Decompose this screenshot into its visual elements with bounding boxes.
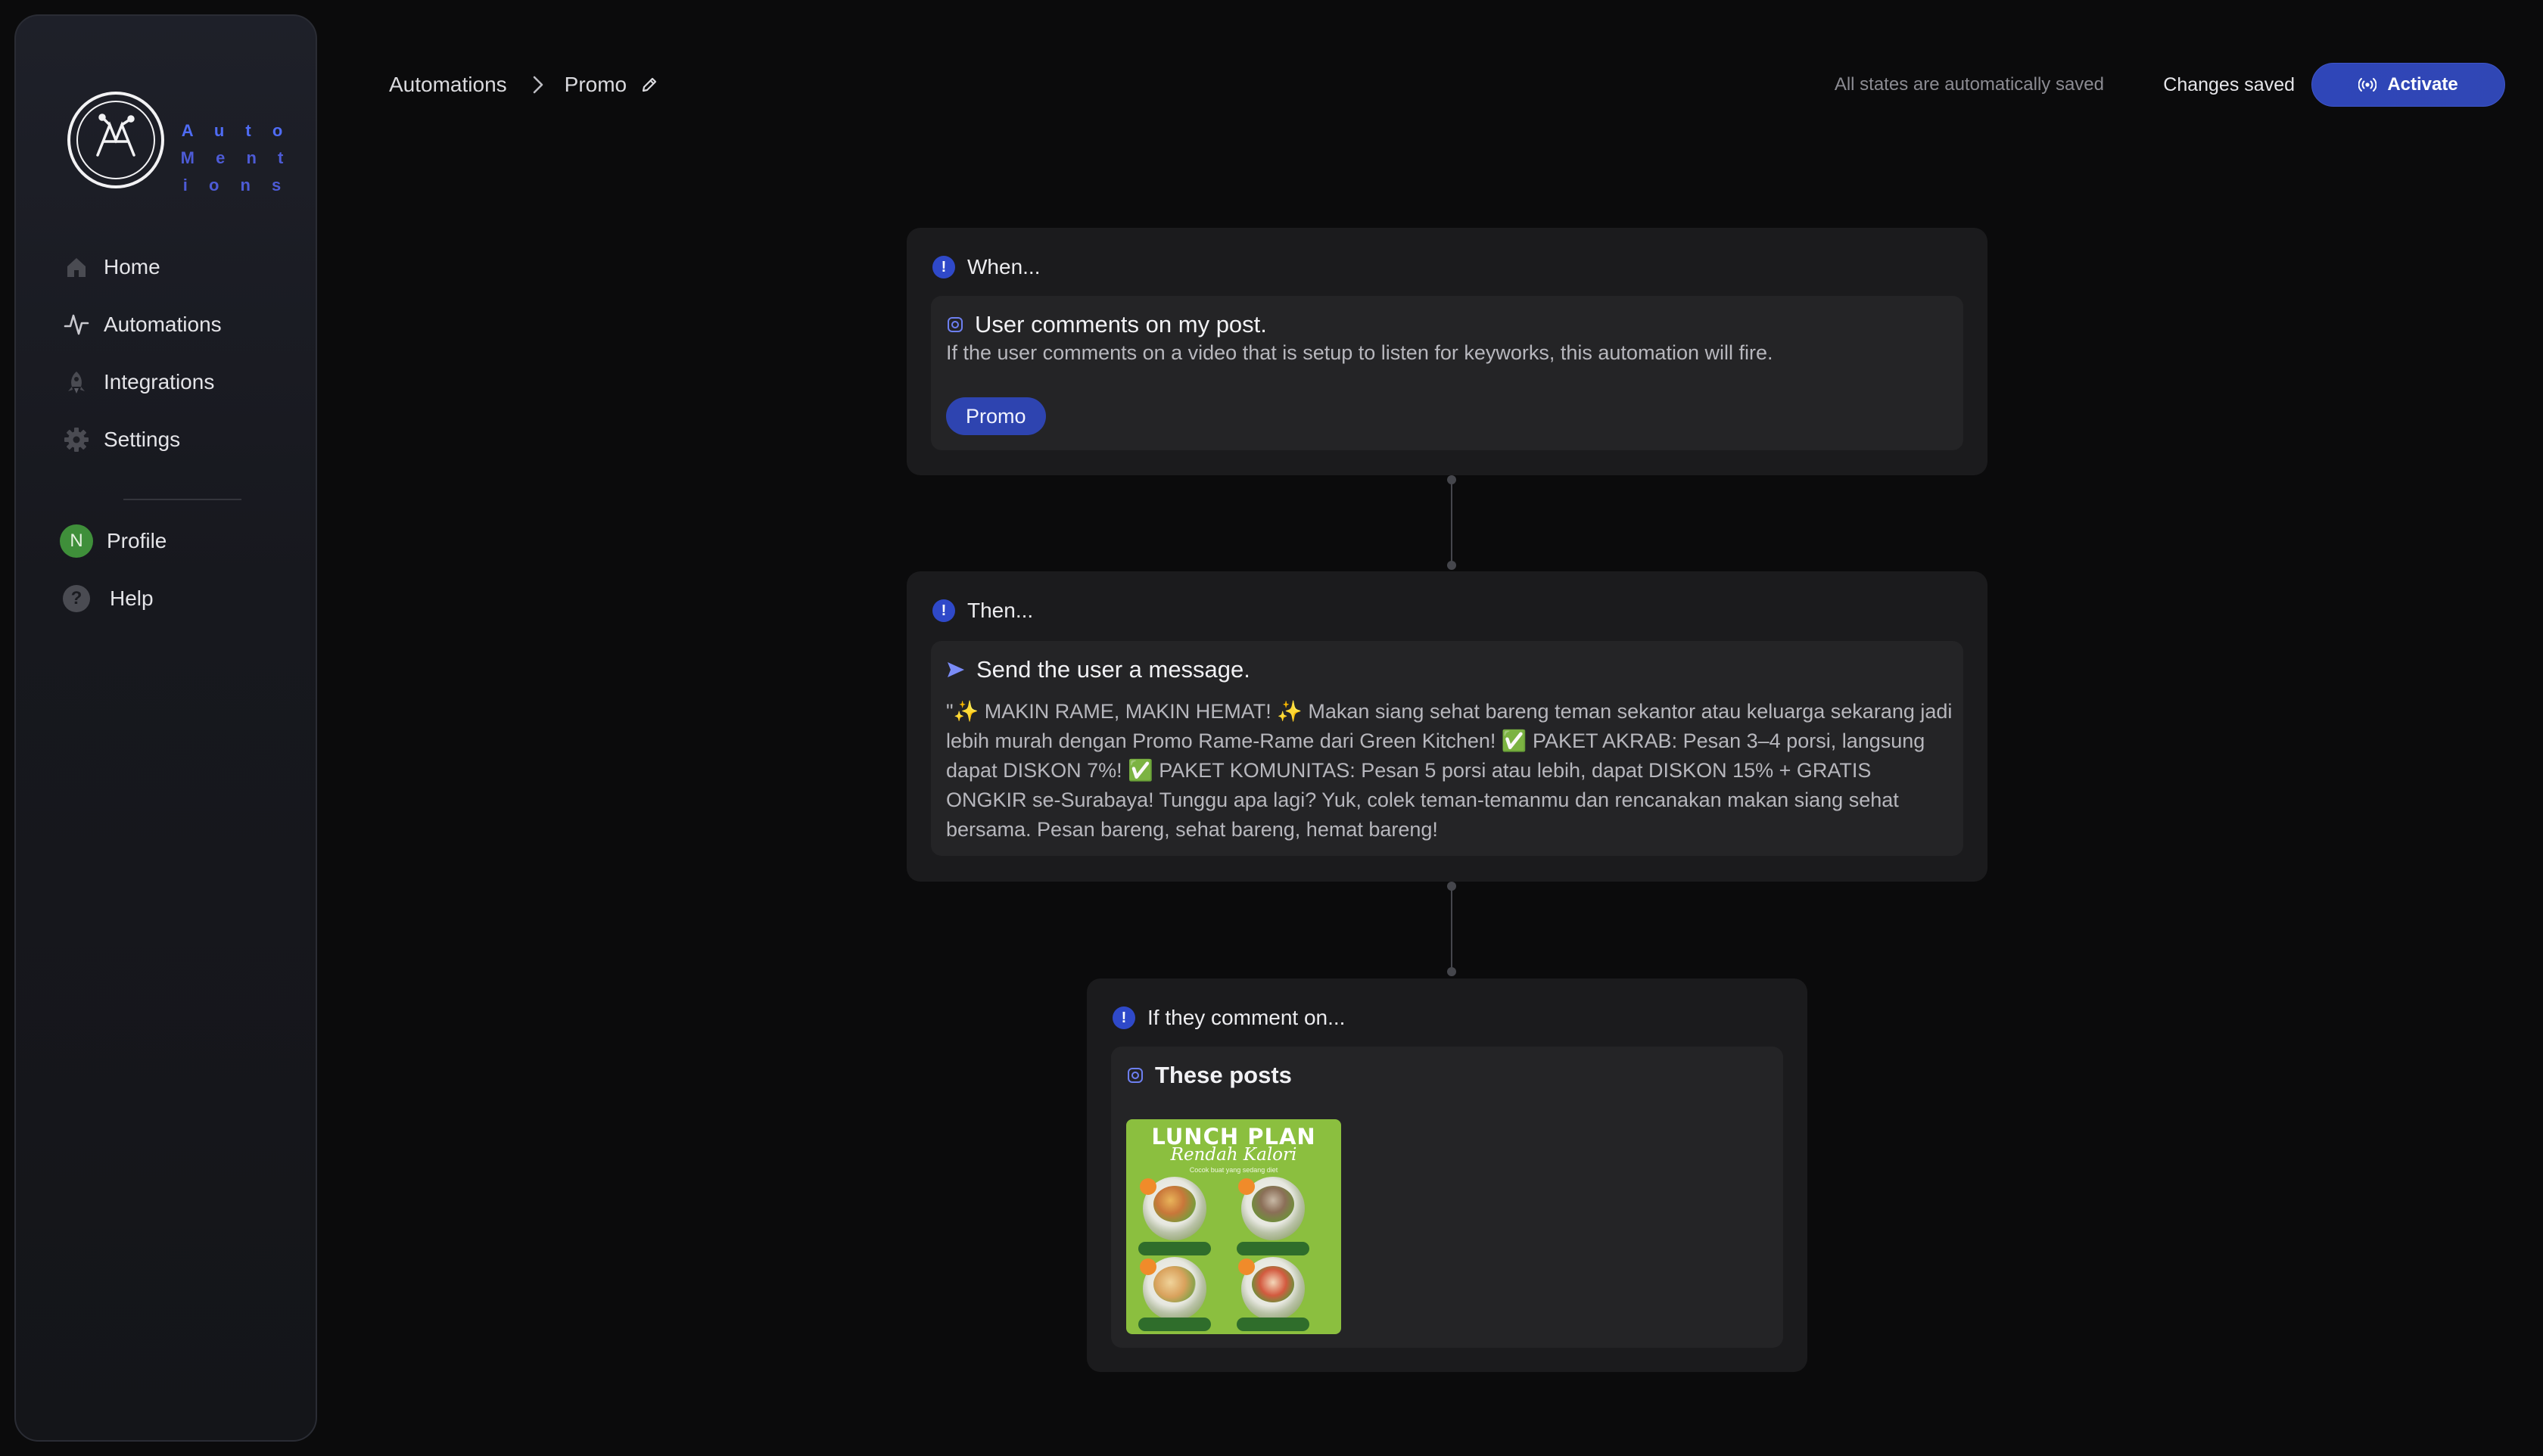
sidebar-item-label: Settings: [104, 428, 181, 451]
action-heading-label: Then...: [967, 599, 1034, 622]
broadcast-icon: [2358, 76, 2377, 93]
gear-icon: [63, 426, 90, 453]
brand-wordmark: A u t o M e n t i o n s: [170, 117, 302, 199]
trigger-card[interactable]: ! When... User comments on my post. If t…: [907, 228, 1987, 475]
info-icon: !: [932, 256, 955, 278]
price-badge: [1140, 1258, 1156, 1275]
sidebar-item-label: Integrations: [104, 370, 215, 394]
logo-mark-icon: [67, 92, 164, 188]
action-message: "✨ MAKIN RAME, MAKIN HEMAT! ✨ Makan sian…: [946, 700, 1953, 841]
breadcrumb: Automations Promo: [389, 59, 658, 110]
avatar: N: [60, 524, 93, 558]
posts-title: These posts: [1126, 1062, 1292, 1089]
rocket-icon: [63, 369, 90, 396]
top-bar: Automations Promo All states are automat…: [371, 59, 2505, 110]
posts-heading: ! If they comment on...: [1113, 1001, 1345, 1034]
action-heading: ! Then...: [932, 594, 1033, 627]
price-badge: [1238, 1178, 1255, 1195]
flow-connector: [1451, 886, 1452, 971]
action-card[interactable]: ! Then... Send the user a message. "✨ MA…: [907, 571, 1987, 882]
sidebar-item-label: Automations: [104, 313, 222, 336]
activate-button[interactable]: Activate: [2311, 63, 2505, 107]
save-status: Changes saved: [2163, 73, 2295, 95]
sidebar-item-integrations[interactable]: Integrations: [46, 353, 222, 411]
sidebar-nav: Home Automations Integrations Settings: [46, 238, 222, 468]
help-icon: ?: [63, 585, 90, 612]
brand-line-2: M e n t i o n s: [180, 148, 292, 194]
post-thumb-subtitle: Rendah Kalori: [1170, 1145, 1297, 1165]
activate-label: Activate: [2387, 74, 2458, 95]
trigger-title-text: User comments on my post.: [975, 311, 1267, 338]
send-icon: [946, 661, 966, 679]
keyword-pill[interactable]: Promo: [946, 397, 1046, 435]
posts-card[interactable]: ! If they comment on... These posts LUNC…: [1087, 978, 1807, 1372]
posts-heading-label: If they comment on...: [1147, 1006, 1346, 1029]
pencil-icon[interactable]: [640, 76, 658, 94]
price-badge: [1238, 1258, 1255, 1275]
sidebar-item-home[interactable]: Home: [46, 238, 222, 296]
dish-label: [1138, 1318, 1211, 1331]
chevron-right-icon: [531, 75, 545, 95]
trigger-title: User comments on my post.: [946, 311, 1267, 338]
trigger-description: If the user comments on a video that is …: [946, 341, 1773, 364]
home-icon: [63, 254, 90, 281]
trigger-heading: ! When...: [932, 250, 1040, 284]
sidebar-item-label: Home: [104, 255, 160, 278]
brand-line-1: A u t o: [181, 121, 291, 140]
autosave-note: All states are automatically saved: [1834, 74, 2104, 95]
sidebar-divider: [123, 499, 241, 500]
action-title: Send the user a message.: [946, 656, 1250, 683]
info-icon: !: [932, 599, 955, 622]
action-detail[interactable]: Send the user a message. "✨ MAKIN RAME, …: [931, 641, 1963, 856]
sidebar-item-help[interactable]: ? Help: [46, 570, 167, 627]
dish-label: [1237, 1318, 1309, 1331]
flow-connector: [1451, 480, 1452, 565]
sidebar-item-automations[interactable]: Automations: [46, 296, 222, 353]
sidebar-secondary-nav: N Profile ? Help: [46, 512, 167, 627]
price-badge: [1140, 1178, 1156, 1195]
connector-node: [1447, 967, 1456, 976]
breadcrumb-current[interactable]: Promo: [565, 73, 627, 97]
connector-node: [1447, 561, 1456, 570]
posts-title-text: These posts: [1155, 1062, 1292, 1088]
info-icon: !: [1113, 1006, 1135, 1029]
trigger-detail[interactable]: User comments on my post. If the user co…: [931, 296, 1963, 450]
action-title-text: Send the user a message.: [976, 656, 1250, 683]
post-thumbnail[interactable]: LUNCH PLAN Rendah Kalori Cocok buat yang…: [1126, 1119, 1341, 1334]
sidebar-item-profile[interactable]: N Profile: [46, 512, 167, 570]
sidebar-item-settings[interactable]: Settings: [46, 411, 222, 468]
trigger-heading-label: When...: [967, 255, 1041, 278]
sidebar: A u t o M e n t i o n s Home Automations…: [14, 14, 317, 1442]
dish-label: [1237, 1242, 1309, 1255]
activity-icon: [63, 311, 90, 338]
instagram-icon: [1126, 1066, 1144, 1084]
dish-label: [1138, 1242, 1211, 1255]
posts-detail: These posts LUNCH PLAN Rendah Kalori Coc…: [1111, 1047, 1783, 1348]
breadcrumb-automations[interactable]: Automations: [389, 73, 507, 97]
instagram-icon: [946, 316, 964, 334]
sidebar-item-label: Help: [110, 586, 154, 610]
brand-logo[interactable]: A u t o M e n t i o n s: [52, 78, 302, 194]
sidebar-item-label: Profile: [107, 529, 167, 552]
post-thumb-tagline: Cocok buat yang sedang diet: [1189, 1166, 1278, 1174]
